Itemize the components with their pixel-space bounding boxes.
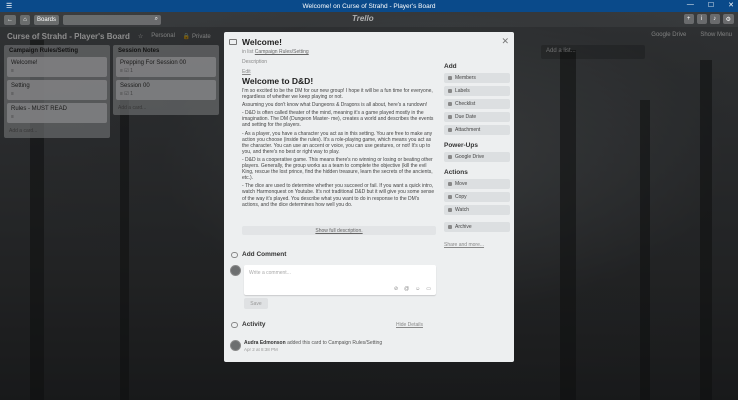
home-icon[interactable]: ⌂ <box>20 14 30 25</box>
hide-details-link[interactable]: Hide Details <box>396 322 423 328</box>
activity-action: added this card to Campaign Rules/Settin… <box>287 340 383 346</box>
edit-description-link[interactable]: Edit <box>242 69 436 75</box>
attach-icon[interactable]: ⊘ <box>394 286 398 292</box>
archive-button[interactable]: Archive <box>444 222 510 232</box>
description-heading: Welcome to D&D! <box>242 76 314 86</box>
avatar[interactable] <box>230 265 241 276</box>
close-icon[interactable]: ✕ <box>501 36 509 47</box>
save-comment-button[interactable]: Save <box>244 298 268 309</box>
powerups-heading: Power-Ups <box>444 142 478 149</box>
in-list-prefix: in list <box>242 49 254 55</box>
google-drive-button[interactable]: Google Drive <box>444 152 510 162</box>
checklist-icon <box>448 102 452 106</box>
avatar[interactable] <box>230 340 241 351</box>
due-date-button[interactable]: Due Date <box>444 112 510 122</box>
add-comment-label: Add Comment <box>242 251 287 258</box>
mention-icon[interactable]: @ <box>404 286 409 292</box>
minimize-button[interactable]: — <box>687 1 694 9</box>
app-header: ← ⌂ Boards ⌕ Trello + i ♪ ⚙ <box>0 12 738 27</box>
card-icon <box>229 39 237 45</box>
eye-icon <box>448 208 452 212</box>
comment-icon <box>231 251 238 258</box>
activity-label: Activity <box>242 321 266 328</box>
header-right-actions: + i ♪ ⚙ <box>683 14 734 24</box>
copy-label: Copy <box>455 194 467 200</box>
google-drive-label: Google Drive <box>455 154 485 160</box>
paperclip-icon <box>448 128 452 132</box>
clock-icon <box>448 115 452 119</box>
boards-label: Boards <box>37 16 57 23</box>
activity-timestamp[interactable]: Apr 2 at 8:38 PM <box>244 347 278 352</box>
description-paragraph: - D&D is a cooperative game. This means … <box>242 156 433 182</box>
boards-button[interactable]: Boards <box>34 14 60 25</box>
gear-icon[interactable]: ⚙ <box>722 14 734 24</box>
info-icon[interactable]: i <box>696 14 707 24</box>
archive-icon <box>448 225 452 229</box>
arrow-right-icon <box>448 182 452 186</box>
copy-button[interactable]: Copy <box>444 192 510 202</box>
hamburger-icon[interactable]: ☰ <box>6 2 12 10</box>
close-window-button[interactable]: ✕ <box>728 1 734 9</box>
watch-label: Watch <box>455 207 469 213</box>
add-comment-header: Add Comment <box>231 251 286 258</box>
description-body: I'm so excited to be the DM for our new … <box>242 88 436 226</box>
description-paragraph: I'm so excited to be the DM for our new … <box>242 88 433 101</box>
label-icon <box>448 89 452 93</box>
show-full-description-button[interactable]: Show full description. <box>242 226 436 235</box>
actions-heading: Actions <box>444 169 468 176</box>
description-paragraph: - As a player, you have a character you … <box>242 130 433 155</box>
card-link-icon[interactable]: ▭ <box>426 286 431 292</box>
attachment-label: Attachment <box>455 127 481 133</box>
archive-label: Archive <box>455 224 472 230</box>
labels-button[interactable]: Labels <box>444 86 510 96</box>
window-title: Welcome! on Curse of Strahd - Player's B… <box>302 2 436 10</box>
card-detail-title[interactable]: Welcome! <box>242 37 282 47</box>
person-icon <box>448 76 452 80</box>
description-fade <box>242 206 436 226</box>
watch-button[interactable]: Watch <box>444 205 510 215</box>
members-label: Members <box>455 75 476 81</box>
description-paragraph: - The dice are used to determine whether… <box>242 183 435 208</box>
activity-header: Activity <box>231 321 265 328</box>
trello-logo[interactable]: Trello <box>352 14 374 23</box>
card-detail-modal: ✕ Welcome! in list Campaign Rules/Settin… <box>224 32 514 362</box>
comment-toolbar: ⊘ @ ☺ ▭ <box>394 286 431 292</box>
members-button[interactable]: Members <box>444 73 510 83</box>
window-controls: — ☐ ✕ <box>687 1 734 9</box>
checklist-button[interactable]: Checklist <box>444 99 510 109</box>
card-sidebar: Add Members Labels Checklist Due Date At… <box>444 63 510 248</box>
bell-icon[interactable]: ♪ <box>709 14 720 24</box>
search-input[interactable]: ⌕ <box>63 14 162 25</box>
in-list-link[interactable]: Campaign Rules/Setting <box>255 49 309 55</box>
window-titlebar: ☰ Welcome! on Curse of Strahd - Player's… <box>0 0 738 12</box>
activity-icon <box>231 321 238 328</box>
due-date-label: Due Date <box>455 114 477 120</box>
comment-input[interactable]: Write a comment... ⊘ @ ☺ ▭ <box>244 265 436 295</box>
add-heading: Add <box>444 63 457 70</box>
emoji-icon[interactable]: ☺ <box>415 286 420 292</box>
checklist-label: Checklist <box>455 101 476 107</box>
description-paragraph: Assuming you don't know what Dungeons & … <box>242 102 428 109</box>
copy-icon <box>448 195 452 199</box>
maximize-button[interactable]: ☐ <box>708 1 714 9</box>
description-paragraph: - D&D is often called theater of the min… <box>242 110 434 129</box>
attachment-button[interactable]: Attachment <box>444 125 510 135</box>
activity-entry: Audra Edmonson added this card to Campai… <box>244 340 382 346</box>
share-and-more-link[interactable]: Share and more... <box>444 242 510 248</box>
card-main-column: Description Edit Welcome to D&D! I'm so … <box>242 59 436 235</box>
back-arrow-icon[interactable]: ← <box>4 14 16 25</box>
activity-user[interactable]: Audra Edmonson <box>244 340 286 346</box>
plus-icon[interactable]: + <box>683 14 694 24</box>
search-icon: ⌕ <box>154 15 159 22</box>
move-label: Move <box>455 181 468 187</box>
card-list-location: in list Campaign Rules/Setting <box>242 49 309 55</box>
move-button[interactable]: Move <box>444 179 510 189</box>
labels-label: Labels <box>455 88 470 94</box>
description-label: Description <box>242 59 268 65</box>
comment-placeholder: Write a comment... <box>249 270 291 276</box>
google-drive-icon <box>448 155 452 159</box>
